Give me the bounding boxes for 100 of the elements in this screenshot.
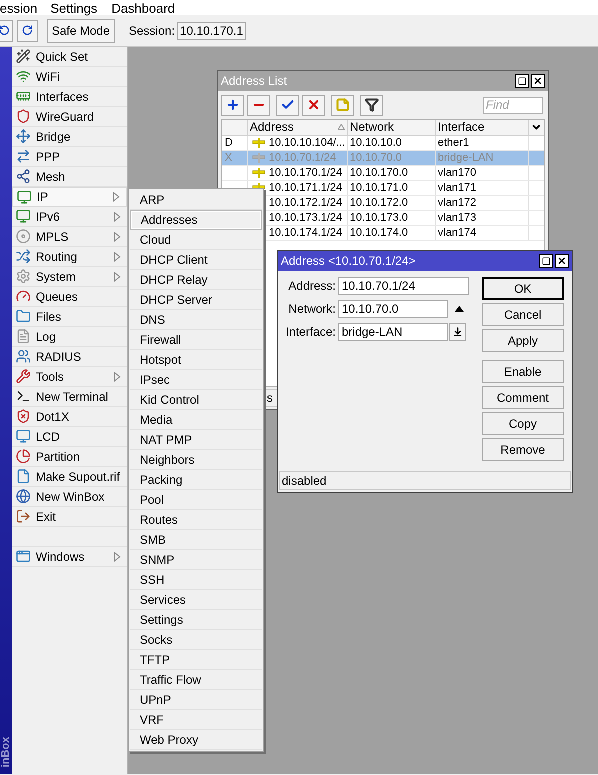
menu-item[interactable]: WiFi bbox=[12, 67, 127, 87]
address-icon bbox=[252, 138, 266, 148]
dialog-button[interactable]: Enable bbox=[482, 360, 564, 383]
dialog-button[interactable]: OK bbox=[482, 277, 564, 300]
submenu-item[interactable]: NAT PMP bbox=[130, 430, 262, 450]
submenu-item[interactable]: VRF bbox=[130, 710, 262, 730]
table-cell: 10.10.70.1/24 bbox=[269, 150, 336, 166]
menu-item[interactable]: New Terminal bbox=[12, 387, 127, 407]
submenu-item[interactable]: Packing bbox=[130, 470, 262, 490]
pie-chart-icon bbox=[16, 449, 31, 464]
close-icon bbox=[557, 256, 567, 266]
column-header[interactable]: Interface bbox=[436, 120, 529, 135]
submenu-item[interactable]: Firewall bbox=[130, 330, 262, 350]
menu-item[interactable]: New WinBox bbox=[12, 487, 127, 507]
menu-item[interactable]: IPv6 bbox=[12, 207, 127, 227]
shuffle-icon bbox=[16, 249, 31, 264]
submenu-item[interactable]: Neighbors bbox=[130, 450, 262, 470]
table-cell: vlan171 bbox=[438, 182, 477, 194]
dialog-button[interactable]: Apply bbox=[482, 329, 564, 352]
filter-icon bbox=[364, 98, 378, 112]
menu-item[interactable]: System bbox=[12, 267, 127, 287]
submenu-item[interactable]: Media bbox=[130, 410, 262, 430]
input-field[interactable]: bridge-LAN bbox=[338, 323, 448, 341]
up-arrow-icon[interactable] bbox=[455, 306, 464, 312]
input-field[interactable]: 10.10.70.1/24 bbox=[338, 277, 469, 295]
redo-button[interactable] bbox=[17, 20, 38, 42]
menu-item[interactable]: RADIUS bbox=[12, 347, 127, 367]
find-field[interactable]: Find bbox=[483, 96, 543, 114]
submenu-item[interactable]: DNS bbox=[130, 310, 262, 330]
maximize-button[interactable] bbox=[515, 74, 529, 88]
submenu-item[interactable]: DHCP Server bbox=[130, 290, 262, 310]
submenu-item[interactable]: UPnP bbox=[130, 690, 262, 710]
table-cell: 10.10.173.1/24 bbox=[269, 210, 342, 226]
menu-item[interactable]: Routing bbox=[12, 247, 127, 267]
submenu-item[interactable]: Traffic Flow bbox=[130, 670, 262, 690]
menu-item[interactable]: Queues bbox=[12, 287, 127, 307]
menu-item[interactable]: Make Supout.rif bbox=[12, 467, 127, 487]
dialog-button[interactable]: Cancel bbox=[482, 303, 564, 326]
close-button[interactable] bbox=[555, 254, 569, 268]
submenu-item[interactable]: Web Proxy bbox=[130, 730, 262, 750]
menu-item[interactable]: Files bbox=[12, 307, 127, 327]
wifi-icon bbox=[16, 69, 31, 84]
menu-item[interactable]: Dot1X bbox=[12, 407, 127, 427]
safe-mode-button[interactable]: Safe Mode bbox=[47, 18, 115, 42]
users-icon bbox=[16, 349, 31, 364]
sort-icon bbox=[338, 124, 345, 130]
menu-item[interactable]: Exit bbox=[12, 507, 127, 527]
submenu-item[interactable]: Settings bbox=[130, 610, 262, 630]
menu-item[interactable]: Bridge bbox=[12, 127, 127, 147]
table-cell: vlan173 bbox=[438, 212, 477, 224]
menu-item[interactable]: Log bbox=[12, 327, 127, 347]
submenu-item[interactable]: Addresses bbox=[130, 210, 262, 230]
submenu-item[interactable]: Pool bbox=[130, 490, 262, 510]
dialog-button[interactable]: Copy bbox=[482, 412, 564, 435]
menu-item[interactable]: Quick Set bbox=[12, 47, 127, 67]
submenu-item[interactable]: DHCP Client bbox=[130, 250, 262, 270]
submenu-item[interactable]: Hotspot bbox=[130, 350, 262, 370]
table-cell: 10.10.170.1/24 bbox=[269, 166, 342, 180]
toolbar-button[interactable] bbox=[276, 94, 299, 116]
toolbar-button[interactable] bbox=[247, 94, 270, 116]
menu-item[interactable]: Windows bbox=[12, 547, 127, 567]
menu-item[interactable]: WireGuard bbox=[12, 107, 127, 127]
table-cell: 10.10.171.0 bbox=[350, 182, 408, 194]
column-header[interactable]: Address bbox=[248, 120, 348, 135]
menu-item[interactable]: LCD bbox=[12, 427, 127, 447]
submenu-item[interactable]: TFTP bbox=[130, 650, 262, 670]
session-field[interactable]: 10.10.170.1 bbox=[177, 22, 246, 40]
submenu-item[interactable]: Kid Control bbox=[130, 390, 262, 410]
menu-item[interactable]: Partition bbox=[12, 447, 127, 467]
menu-bar-item[interactable]: Settings bbox=[50, 1, 98, 16]
network-card-icon bbox=[16, 89, 31, 104]
submenu-item[interactable]: Services bbox=[130, 590, 262, 610]
dialog-button[interactable]: Comment bbox=[482, 386, 564, 409]
submenu-item[interactable]: DHCP Relay bbox=[130, 270, 262, 290]
submenu-item[interactable]: Cloud bbox=[130, 230, 262, 250]
maximize-button[interactable] bbox=[539, 254, 553, 268]
dropdown-button[interactable] bbox=[449, 323, 466, 341]
toolbar-button[interactable] bbox=[221, 94, 244, 116]
close-button[interactable] bbox=[531, 74, 545, 88]
submenu-item[interactable]: SNMP bbox=[130, 550, 262, 570]
menu-bar-item[interactable]: Dashboard bbox=[112, 1, 176, 16]
menu-bar-item[interactable]: ession bbox=[0, 1, 38, 16]
table-cell: D bbox=[225, 137, 233, 149]
submenu-item[interactable]: SMB bbox=[130, 530, 262, 550]
dialog-button[interactable]: Remove bbox=[482, 438, 564, 461]
table-row[interactable]: 10.10.170.1/24 10.10.170.0 vlan170 bbox=[222, 166, 544, 181]
toolbar-button[interactable] bbox=[302, 94, 325, 116]
menu-item[interactable]: Tools bbox=[12, 367, 127, 387]
input-field[interactable]: 10.10.70.0 bbox=[338, 300, 448, 318]
monitor-icon bbox=[17, 190, 32, 204]
submenu-item[interactable]: SSH bbox=[130, 570, 262, 590]
column-header[interactable]: Network bbox=[348, 120, 436, 135]
menu-item[interactable]: MPLS bbox=[12, 227, 127, 247]
submenu-item[interactable]: Socks bbox=[130, 630, 262, 650]
submenu-item[interactable]: Routes bbox=[130, 510, 262, 530]
menu-item[interactable]: IP bbox=[12, 187, 127, 207]
menu-item[interactable]: PPP bbox=[12, 147, 127, 167]
menu-item[interactable]: Interfaces bbox=[12, 87, 127, 107]
submenu-item[interactable]: IPsec bbox=[130, 370, 262, 390]
toolbar-button[interactable] bbox=[360, 94, 383, 116]
